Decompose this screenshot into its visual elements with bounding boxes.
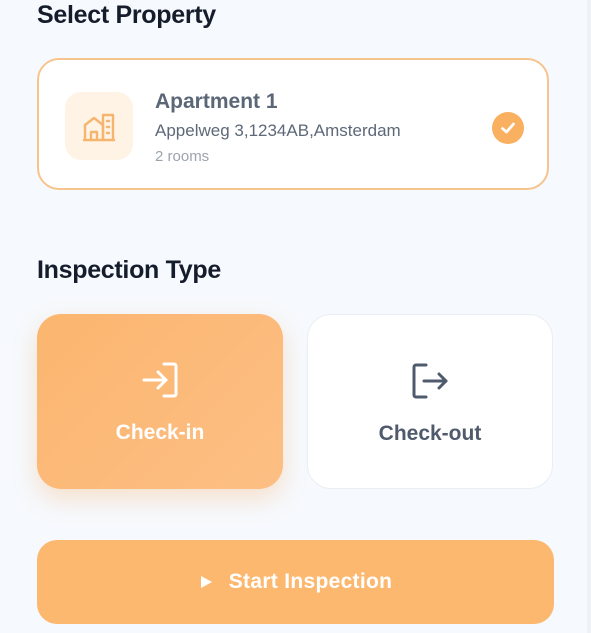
section-title-select-property: Select Property (37, 1, 216, 29)
property-icon-container (65, 92, 133, 160)
property-card-apartment-1[interactable]: Apartment 1 Appelweg 3,1234AB,Amsterdam … (37, 58, 549, 190)
start-inspection-label: Start Inspection (228, 570, 393, 593)
inspection-type-label: Check-out (378, 422, 482, 445)
property-rooms: 2 rooms (155, 148, 210, 165)
selected-check-icon (492, 112, 524, 144)
property-address: Appelweg 3,1234AB,Amsterdam (155, 121, 401, 140)
login-arrow-icon (142, 362, 178, 398)
start-inspection-button[interactable]: Start Inspection (37, 540, 554, 624)
page-right-edge (587, 0, 591, 633)
inspection-type-label: Check-in (115, 421, 205, 444)
inspection-type-check-out[interactable]: Check-out (307, 314, 553, 489)
inspection-type-check-in[interactable]: Check-in (37, 314, 283, 489)
building-icon (82, 113, 116, 142)
property-name: Apartment 1 (155, 90, 278, 113)
play-icon (200, 576, 212, 588)
section-title-inspection-type: Inspection Type (37, 256, 221, 284)
logout-arrow-icon (412, 363, 448, 399)
